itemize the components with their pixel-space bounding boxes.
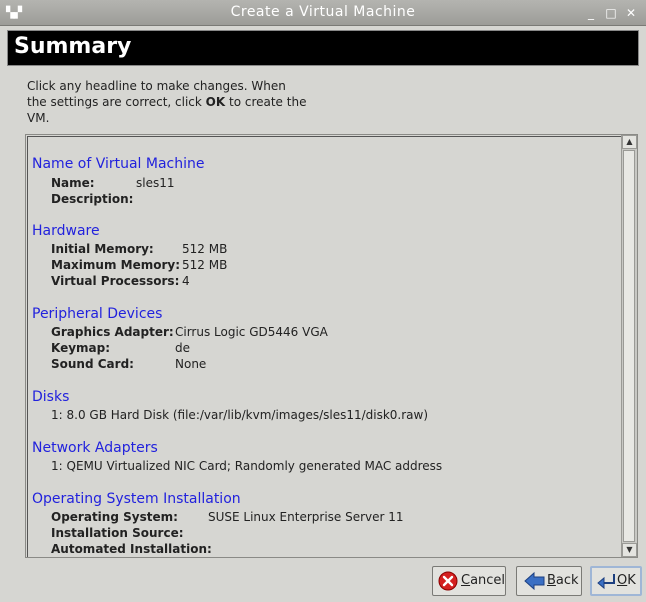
keymap-label-text: Keymap: [51, 341, 111, 355]
ok-rest: K [627, 573, 636, 588]
name-value: sles11 [136, 176, 175, 190]
section-disks-link[interactable]: Disks [32, 389, 69, 405]
minimize-icon[interactable]: _ [584, 6, 598, 20]
initial-memory-value: 512 MB [182, 242, 228, 256]
summary-content: Name of Virtual Machine Name: sles11 Des… [27, 136, 624, 557]
back-label: Back [547, 573, 579, 588]
intro-ok-word: OK [205, 95, 226, 109]
initial-memory-label: Initial Memory: [51, 242, 154, 256]
initial-memory-label-text: Initial Memory: [51, 242, 154, 256]
cancel-rest: ancel [470, 573, 506, 588]
max-memory-label-text: Maximum Memory: [51, 258, 180, 272]
ok-button[interactable]: OK [590, 566, 642, 596]
os-label-text: Operating System: [51, 510, 178, 524]
vcpu-value: 4 [182, 274, 190, 288]
window-title: Create a Virtual Machine [230, 4, 416, 20]
cancel-label: Cancel [461, 573, 505, 588]
graphics-label: Graphics Adapter: [51, 325, 174, 339]
section-os-install-link[interactable]: Operating System Installation [32, 491, 241, 507]
description-label: Description: [51, 192, 133, 206]
automated-install-label: Automated Installation: [51, 542, 212, 556]
back-mnemonic: B [547, 573, 556, 588]
intro-line-1: Click any headline to make changes. When [27, 79, 286, 93]
sound-card-label: Sound Card: [51, 357, 134, 371]
section-peripheral-link[interactable]: Peripheral Devices [32, 306, 162, 322]
window-titlebar: ▚▞ Create a Virtual Machine _ □ ✕ [0, 0, 646, 26]
graphics-value: Cirrus Logic GD5446 VGA [175, 325, 328, 339]
sound-card-label-text: Sound Card: [51, 357, 134, 371]
section-network-link[interactable]: Network Adapters [32, 440, 158, 456]
vcpu-label: Virtual Processors: [51, 274, 179, 288]
ok-icon [597, 574, 615, 590]
summary-frame: Name of Virtual Machine Name: sles11 Des… [25, 134, 638, 558]
network-item-1: 1: QEMU Virtualized NIC Card; Randomly g… [51, 459, 443, 473]
section-name-link[interactable]: Name of Virtual Machine [32, 156, 205, 172]
back-button[interactable]: Back [516, 566, 582, 596]
automated-install-label-text: Automated Installation: [51, 542, 212, 556]
ok-label: OK [617, 573, 636, 588]
intro-text: Click any headline to make changes. When… [27, 78, 317, 126]
maximize-icon[interactable]: □ [604, 6, 618, 20]
keymap-value: de [175, 341, 190, 355]
intro-line-2-pre: the settings are correct, click [27, 95, 206, 109]
vertical-scrollbar[interactable]: ▲ ▼ [621, 135, 637, 557]
close-icon[interactable]: ✕ [624, 6, 638, 20]
graphics-label-text: Graphics Adapter: [51, 325, 174, 339]
install-source-label-text: Installation Source: [51, 526, 184, 540]
cancel-icon [438, 571, 458, 591]
scroll-down-icon[interactable]: ▼ [622, 543, 637, 557]
ok-mnemonic: O [617, 573, 628, 588]
name-label: Name: [51, 176, 95, 190]
sound-card-value: None [175, 357, 207, 371]
vcpu-label-text: Virtual Processors: [51, 274, 180, 288]
cancel-mnemonic: C [461, 573, 471, 588]
max-memory-label: Maximum Memory: [51, 258, 180, 272]
cancel-button[interactable]: Cancel [432, 566, 506, 596]
section-hardware-link[interactable]: Hardware [32, 223, 100, 239]
keymap-label: Keymap: [51, 341, 110, 355]
intro-line-2: the settings are correct, click OK to cr… [27, 94, 317, 110]
intro-line-3: VM. [27, 111, 50, 125]
install-source-label: Installation Source: [51, 526, 184, 540]
os-label: Operating System: [51, 510, 178, 524]
scroll-up-icon[interactable]: ▲ [622, 135, 637, 149]
max-memory-value: 512 MB [182, 258, 228, 272]
os-value: SUSE Linux Enterprise Server 11 [208, 510, 404, 524]
description-label-text: Description: [51, 192, 134, 206]
intro-line-2-post: to create the [225, 95, 307, 109]
name-row: Name: [51, 176, 95, 190]
scroll-thumb[interactable] [623, 150, 635, 542]
back-arrow-icon [524, 571, 545, 591]
page-title: Summary [14, 34, 132, 59]
back-rest: ack [555, 573, 579, 588]
disk-item-1: 1: 8.0 GB Hard Disk (file:/var/lib/kvm/i… [51, 408, 429, 422]
summary-header: Summary [7, 30, 639, 66]
